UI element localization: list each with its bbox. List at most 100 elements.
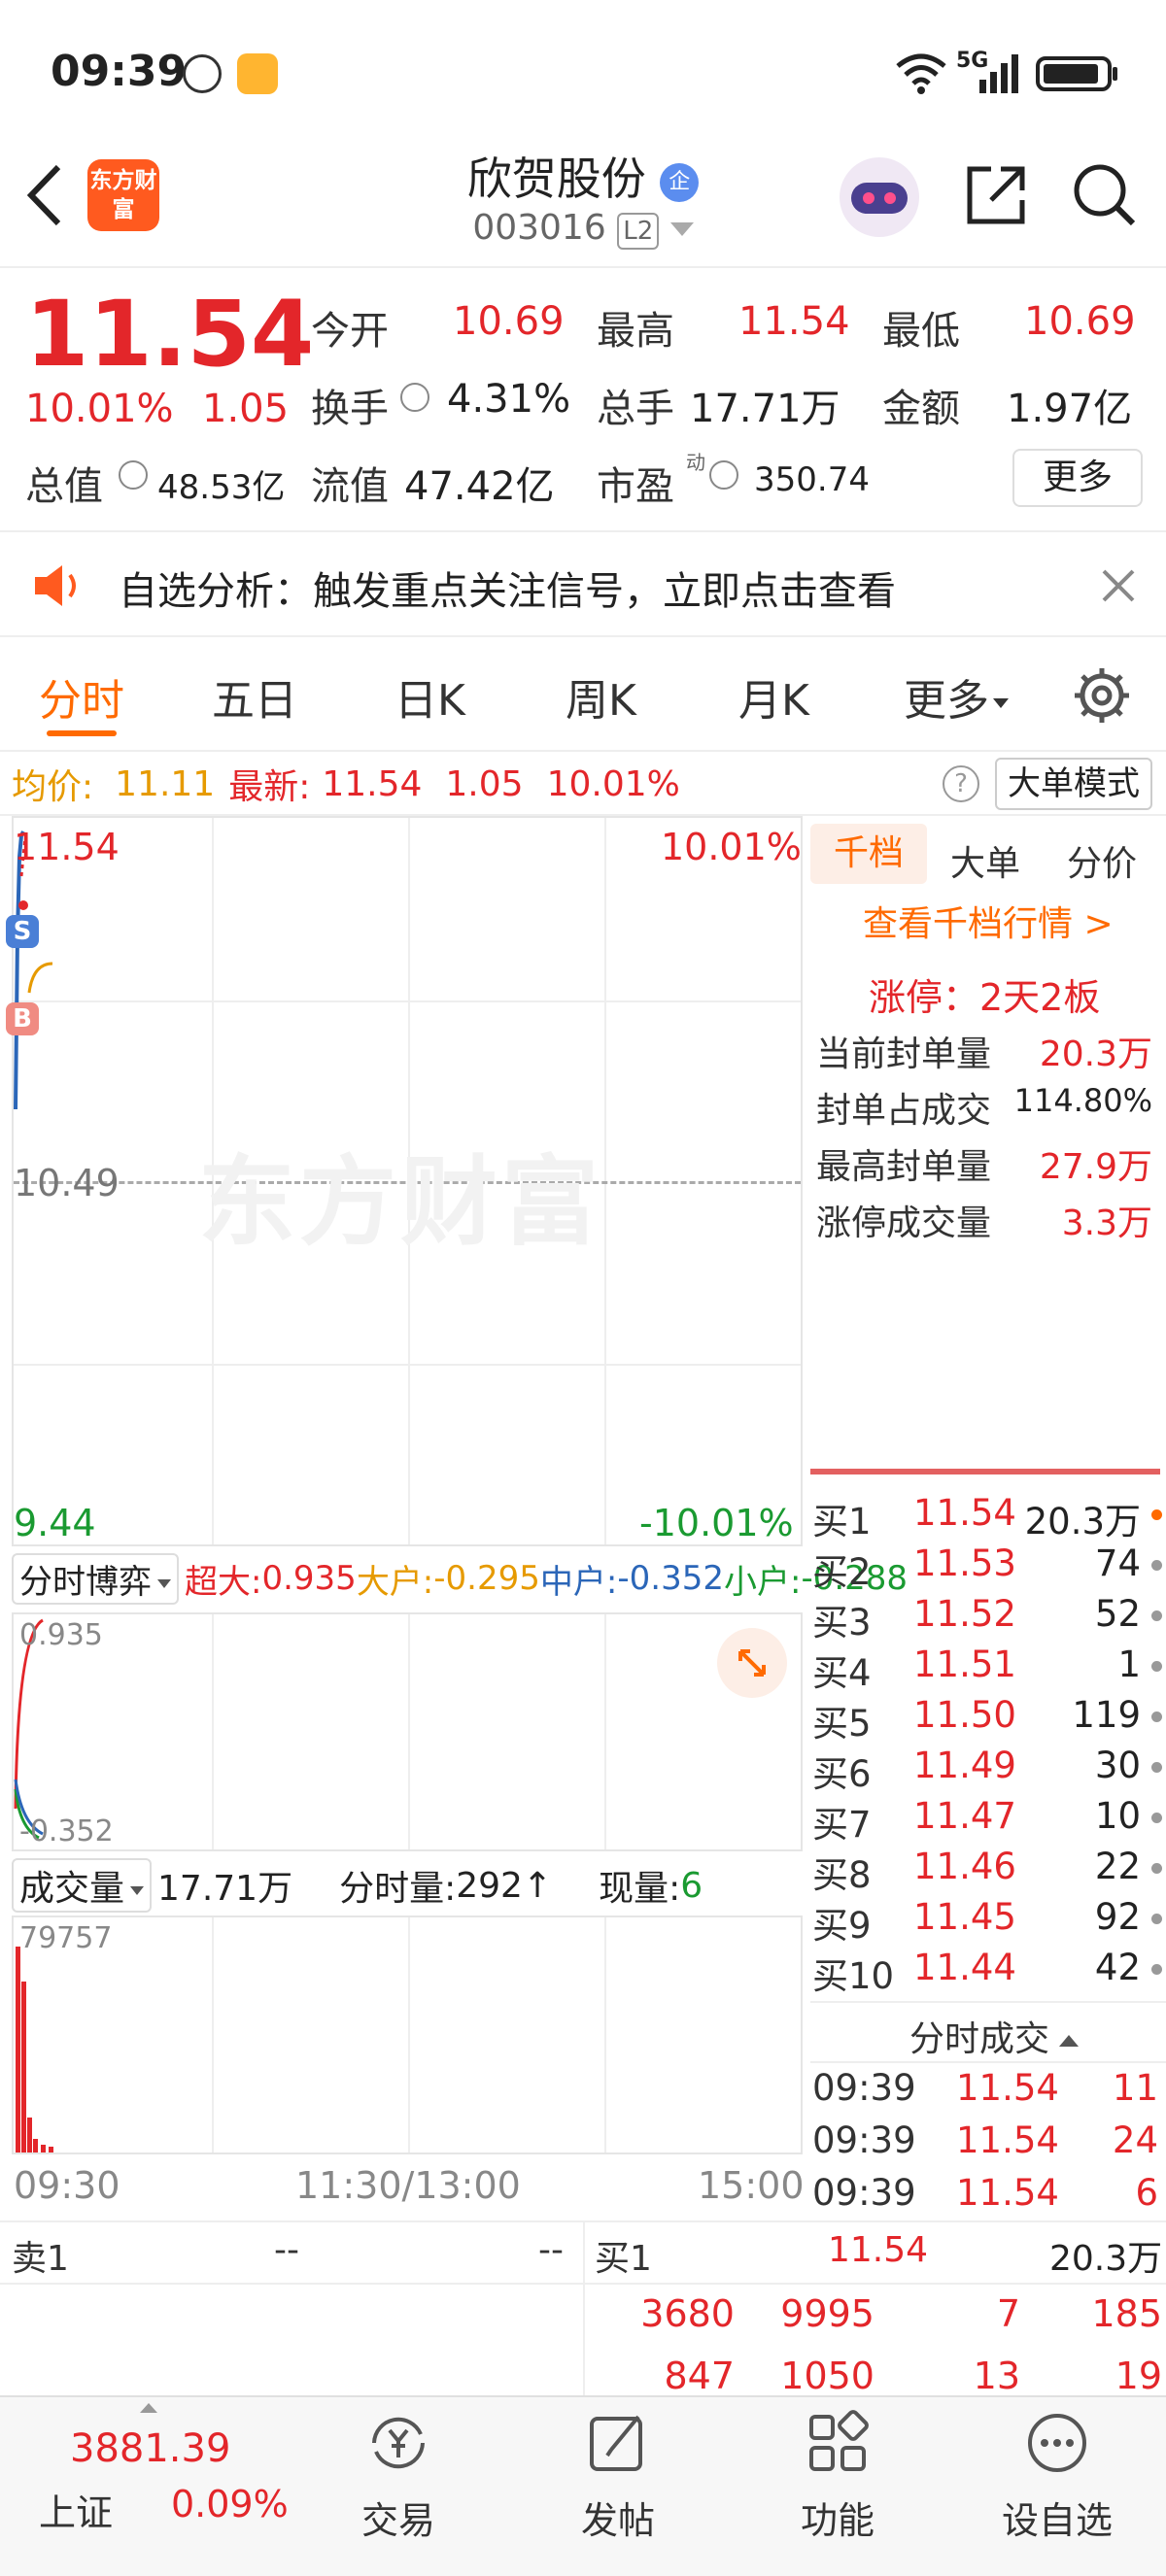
robot-assistant-icon[interactable] (840, 157, 919, 237)
index-value: 3881.39 (70, 2426, 231, 2471)
chart-watermark: 东方财富 (198, 1145, 602, 1259)
limit-stat-row: 当前封单量 20.3万 (816, 1034, 1152, 1074)
now-volume-value: 6 (680, 1865, 703, 1906)
bid-row[interactable]: 买1 11.54 20.3万 (812, 1492, 1162, 1542)
bottom-tab-post[interactable]: 发帖 (521, 2409, 715, 2544)
dropdown-arrow-icon (157, 1578, 171, 1588)
share-icon[interactable] (962, 161, 1030, 229)
more-button[interactable]: 更多 (1012, 449, 1143, 507)
tab-weekly-k[interactable]: 周K (566, 665, 636, 728)
bid-row[interactable]: 买9 11.45 92 (812, 1896, 1162, 1947)
low-label: 最低 (882, 309, 960, 354)
open-value: 10.69 (453, 299, 565, 344)
queue-middle-divider (583, 2220, 585, 2395)
bid-row[interactable]: 买3 11.52 52 (812, 1593, 1162, 1644)
queue-buy-label: 买1 (595, 2239, 652, 2279)
arrow-up-icon: ↑ (522, 1865, 553, 1906)
queue-row: 3680 9995 7 185 (640, 2292, 1162, 2335)
sell-marker-icon[interactable]: S (6, 915, 39, 948)
right-panel-tab-big-order[interactable]: 大单 (950, 835, 1020, 886)
index-ticker[interactable]: 3881.39 上证 0.09% (39, 2395, 311, 2576)
queue-sell-vol: -- (538, 2230, 564, 2270)
info-icon[interactable] (709, 460, 738, 490)
search-icon[interactable] (1069, 159, 1139, 229)
bottom-tab-functions[interactable]: 功能 (740, 2409, 935, 2544)
bid-row[interactable]: 买7 11.47 10 (812, 1795, 1162, 1846)
status-time: 09:39 (51, 47, 188, 96)
stock-name: 欣贺股份 (466, 153, 646, 205)
edit-icon (590, 2415, 642, 2471)
low-value: 10.69 (1024, 299, 1136, 344)
bottom-tab-add-watchlist[interactable]: 设自选 (960, 2409, 1154, 2544)
amount-value: 1.97亿 (1007, 387, 1133, 431)
gear-icon[interactable] (1073, 666, 1131, 725)
volume-value: 17.71万 (690, 387, 840, 431)
ticks-header-divider (810, 2061, 1166, 2063)
bid-row[interactable]: 买8 11.46 22 (812, 1846, 1162, 1896)
grid-icon (809, 2410, 869, 2471)
limit-stat-row: 最高封单量 27.9万 (816, 1147, 1152, 1187)
dropdown-arrow-icon (993, 698, 1009, 708)
now-volume-label: 现量: (599, 1869, 681, 1909)
latest-change: 1.05 (445, 763, 524, 804)
help-icon[interactable]: ? (943, 765, 979, 802)
dropdown-arrow-icon (669, 222, 694, 236)
right-panel-tab-price-dist[interactable]: 分价 (1067, 835, 1137, 886)
analysis-banner[interactable]: 自选分析：触发重点关注信号，立即点击查看 (0, 530, 1166, 637)
status-bar: 09:39 5G (0, 0, 1166, 146)
tab-intraday[interactable]: 分时 (39, 665, 124, 728)
bid-row[interactable]: 买5 11.50 119 (812, 1694, 1162, 1745)
info-icon[interactable] (119, 460, 148, 490)
latest-value: 11.54 (322, 763, 423, 804)
more-dots-icon (1028, 2414, 1086, 2472)
buy-marker-icon[interactable]: B (6, 1002, 39, 1035)
expand-icon[interactable] (717, 1628, 787, 1698)
mid-value: -0.352 (617, 1559, 724, 1598)
triangle-up-icon (140, 2403, 157, 2413)
close-icon[interactable] (1100, 567, 1137, 604)
limit-stat-row: 封单占成交 114.80% (816, 1082, 1152, 1131)
game-selector[interactable]: 分时博弈 (12, 1552, 179, 1605)
info-icon[interactable] (400, 383, 429, 412)
view-thousand-quotes-link[interactable]: 查看千档行情 > (863, 896, 1114, 946)
trade-icon (372, 2417, 425, 2469)
gesture-icon (183, 54, 222, 93)
ticks-divider (810, 2001, 1166, 2003)
signal-icon (979, 54, 1018, 93)
volume-selector[interactable]: 成交量 (12, 1858, 153, 1913)
tick-volume-label: 分时量: (339, 1869, 457, 1909)
bid-row[interactable]: 买10 11.44 42 (812, 1947, 1162, 1997)
current-price: 11.54 (25, 282, 315, 388)
chart-bottom-price: 9.44 (14, 1502, 96, 1544)
volume-bar (49, 2147, 53, 2152)
index-pct: 0.09% (171, 2483, 289, 2525)
banner-text: 自选分析：触发重点关注信号，立即点击查看 (119, 569, 896, 614)
large-value: -0.295 (433, 1559, 540, 1598)
bottom-tab-trade[interactable]: 交易 (301, 2409, 496, 2544)
intraday-chart[interactable]: 东方财富 (12, 816, 803, 1546)
enterprise-badge: 企 (660, 162, 700, 202)
bid-row[interactable]: 买4 11.51 1 (812, 1644, 1162, 1694)
game-chart[interactable]: 0.935 -0.352 (12, 1612, 803, 1851)
volume-chart[interactable]: 79757 (12, 1915, 803, 2154)
tab-five-day[interactable]: 五日 (212, 665, 297, 728)
tabs-divider (0, 750, 1166, 752)
time-axis-start: 09:30 (14, 2164, 120, 2207)
bid-row[interactable]: 买6 11.49 30 (812, 1745, 1162, 1795)
volume-bar (33, 2139, 38, 2152)
volume-bar (16, 1947, 20, 2152)
game-indicator-bar: 分时博弈 超大: 0.935 大户: -0.295 中户: -0.352 小户: -0.… (12, 1552, 908, 1605)
tab-monthly-k[interactable]: 月K (738, 665, 809, 728)
bid-row[interactable]: 买2 11.53 74 (812, 1542, 1162, 1593)
large-label: 大户: (356, 1562, 434, 1602)
chart-top-price: 11.54 (14, 826, 120, 868)
ticks-header[interactable]: 分时成交 (909, 2011, 1080, 2061)
volume-total: 17.71万 (157, 1869, 293, 1909)
queue-buy-price: 11.54 (828, 2230, 929, 2270)
game-axis-bottom: -0.352 (19, 1814, 114, 1848)
tab-active-indicator (47, 730, 117, 736)
big-order-mode-button[interactable]: 大单模式 (995, 758, 1152, 810)
tab-more[interactable]: 更多 (904, 665, 1009, 728)
tab-daily-k[interactable]: 日K (394, 665, 465, 728)
right-panel-tab-thousand[interactable]: 千档 (810, 824, 927, 884)
